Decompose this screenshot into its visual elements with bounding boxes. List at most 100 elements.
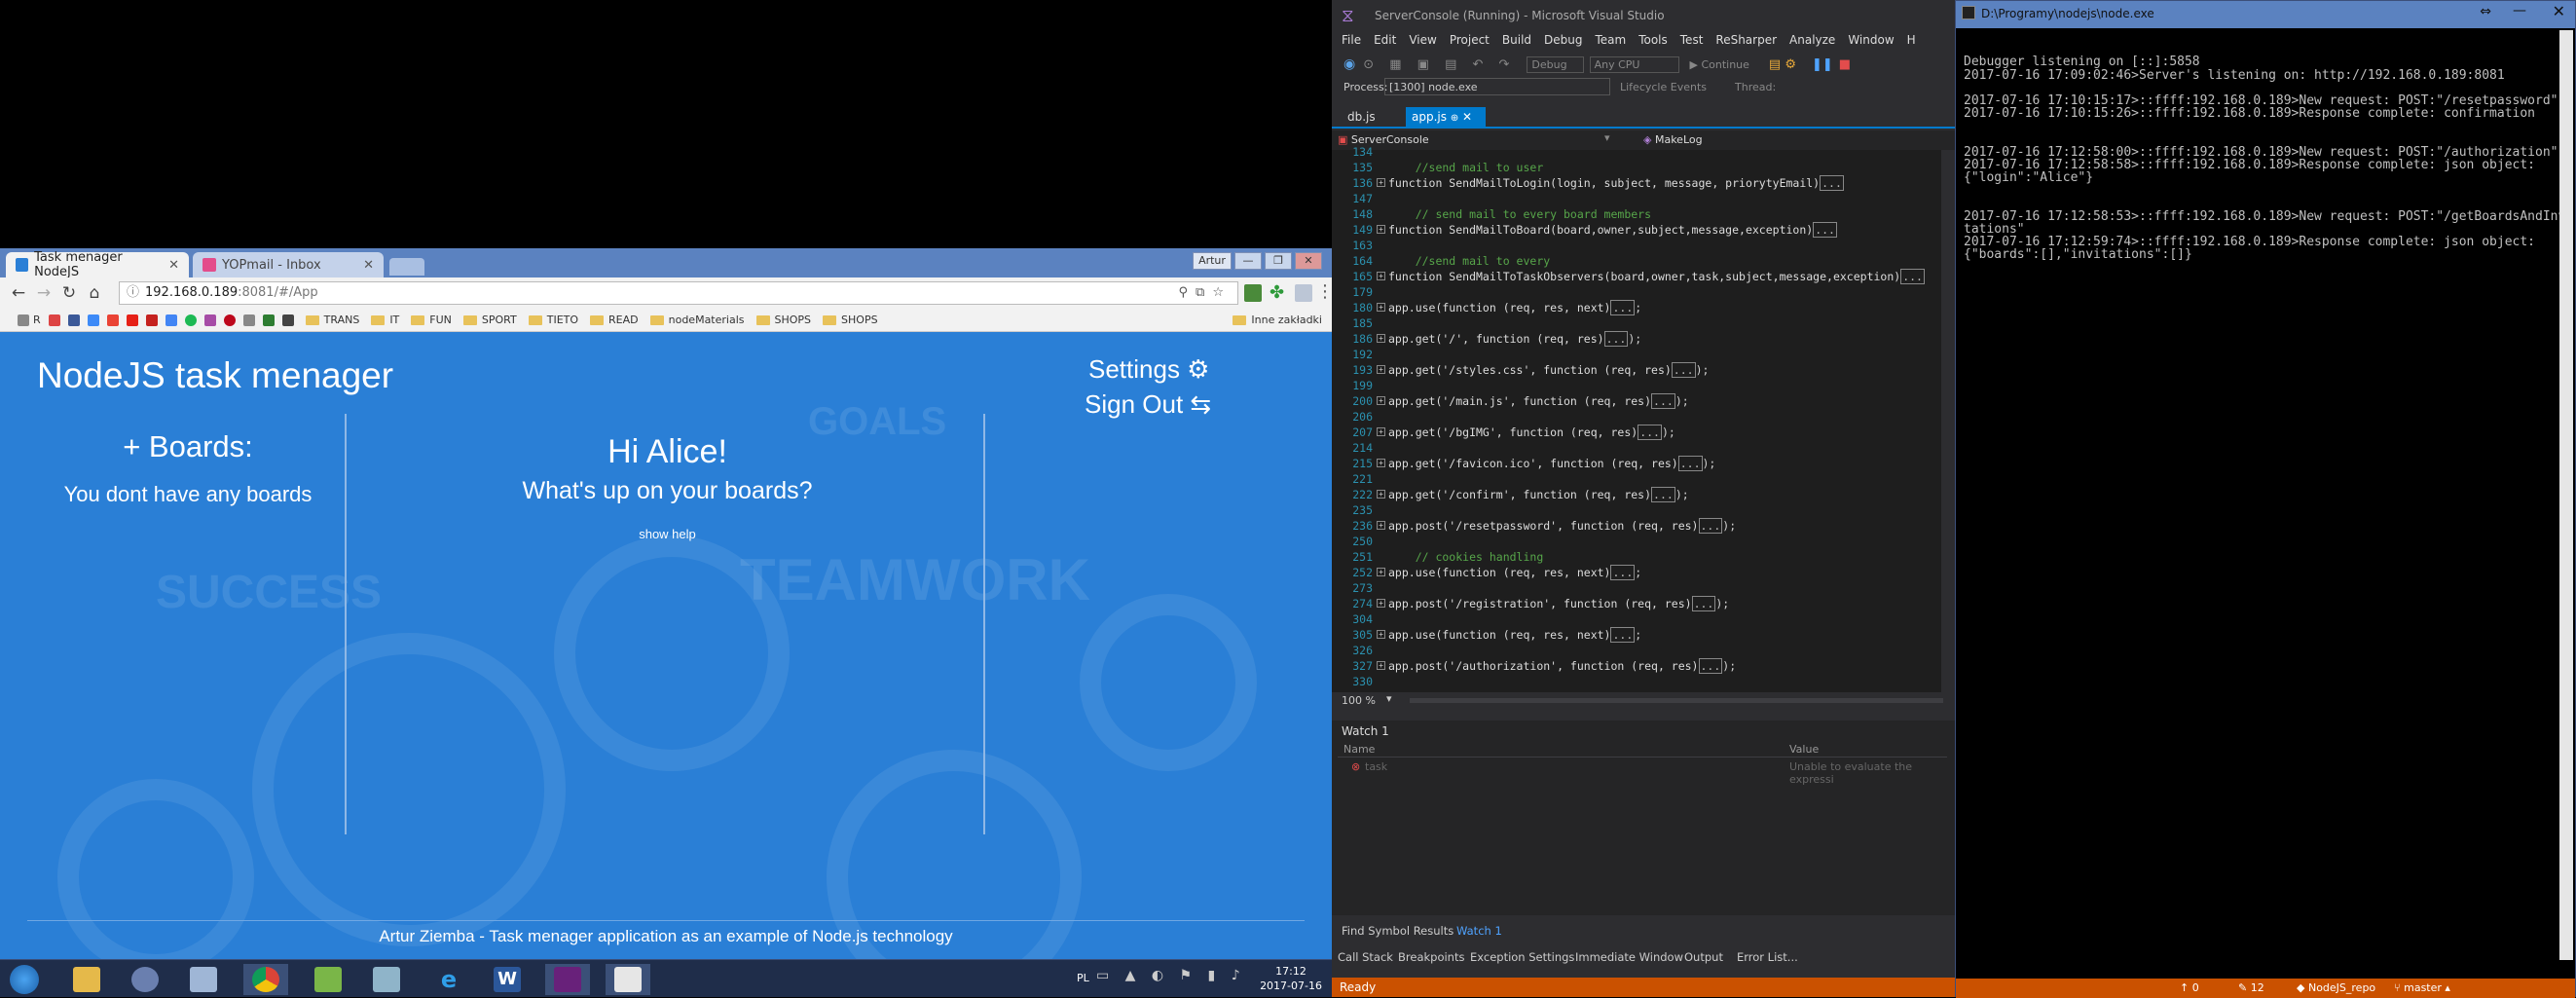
horizontal-scrollbar[interactable] bbox=[1410, 698, 1943, 703]
code-line[interactable]: 215 + app.get('/favicon.ico', function (re… bbox=[1332, 456, 1955, 471]
menu-view[interactable]: View bbox=[1409, 33, 1436, 47]
collapsed-region[interactable]: ... bbox=[1671, 362, 1696, 378]
editor-scrollbar[interactable] bbox=[1941, 150, 1955, 692]
code-line[interactable]: 330 bbox=[1332, 674, 1955, 689]
collapsed-region[interactable]: ... bbox=[1677, 456, 1703, 471]
minimize-button[interactable]: — bbox=[1234, 252, 1262, 270]
menu-help[interactable]: H bbox=[1907, 33, 1916, 47]
code-line[interactable]: 165 + function SendMailToTaskObservers(boa… bbox=[1332, 269, 1955, 284]
col-name[interactable]: Name bbox=[1343, 743, 1375, 756]
collapsed-region[interactable]: ... bbox=[1691, 596, 1716, 611]
code-line[interactable]: 185 bbox=[1332, 315, 1955, 331]
tab-immediate-window[interactable]: Immediate Window bbox=[1575, 950, 1683, 964]
tab-find-symbol[interactable]: Find Symbol Results bbox=[1342, 924, 1454, 938]
sign-out-link[interactable]: Sign Out ⇆ bbox=[1085, 387, 1211, 422]
info-icon[interactable]: ⓘ bbox=[127, 282, 139, 304]
clock[interactable]: 17:12 2017-07-16 bbox=[1260, 964, 1322, 993]
menu-build[interactable]: Build bbox=[1502, 33, 1531, 47]
fold-expand-icon[interactable]: + bbox=[1377, 599, 1385, 608]
close-window-button[interactable]: ✕ bbox=[1295, 252, 1322, 270]
spotify-icon[interactable] bbox=[184, 314, 197, 326]
pinterest-icon[interactable] bbox=[223, 314, 236, 326]
explorer-icon[interactable] bbox=[64, 964, 109, 995]
code-line[interactable]: 274 + app.post('/registration', function (… bbox=[1332, 596, 1955, 611]
code-line[interactable]: 179 bbox=[1332, 284, 1955, 300]
stop-icon[interactable]: ■ bbox=[1839, 57, 1851, 72]
code-line[interactable]: 193 + app.get('/styles.css', function (req… bbox=[1332, 362, 1955, 378]
collapsed-region[interactable]: ... bbox=[1638, 425, 1662, 440]
visual-studio-icon[interactable] bbox=[545, 964, 590, 995]
code-line[interactable]: 235 bbox=[1332, 502, 1955, 518]
fold-expand-icon[interactable]: + bbox=[1377, 661, 1385, 670]
code-line[interactable]: 200 + app.get('/main.js', function (req, r… bbox=[1332, 393, 1955, 409]
collapsed-region[interactable]: ... bbox=[1603, 331, 1629, 347]
watch-expression[interactable]: task bbox=[1365, 760, 1387, 773]
code-line[interactable]: 186 + app.get('/', function (req, res)...)… bbox=[1332, 331, 1955, 347]
pause-icon[interactable]: ❚❚ bbox=[1812, 57, 1833, 72]
status-branch[interactable]: ⑂ master ▴ bbox=[2394, 981, 2450, 994]
ie-icon[interactable]: e bbox=[426, 964, 471, 995]
bookmark-blue-icon[interactable] bbox=[87, 314, 99, 326]
bookmark-folder[interactable]: SPORT bbox=[462, 314, 517, 326]
fold-expand-icon[interactable]: + bbox=[1377, 568, 1385, 576]
bookmark-folder[interactable]: SHOPS bbox=[755, 314, 811, 326]
lifecycle-events[interactable]: Lifecycle Events bbox=[1620, 81, 1707, 93]
code-line[interactable]: 252 + app.use(function (req, res, next)...… bbox=[1332, 565, 1955, 580]
process-select[interactable]: [1300] node.exe bbox=[1384, 78, 1610, 95]
language-indicator[interactable]: PL bbox=[1077, 972, 1089, 984]
bookmark-folder[interactable]: IT bbox=[371, 314, 399, 326]
collapsed-region[interactable]: ... bbox=[1698, 658, 1723, 674]
fold-expand-icon[interactable]: + bbox=[1377, 427, 1385, 436]
close-icon[interactable]: ✕ bbox=[363, 258, 374, 273]
bookmark-folder[interactable]: SHOPS bbox=[823, 314, 878, 326]
fold-expand-icon[interactable]: + bbox=[1377, 490, 1385, 499]
back-icon[interactable]: ← bbox=[6, 283, 31, 303]
tab-watch-1[interactable]: Watch 1 bbox=[1456, 924, 1502, 938]
code-line[interactable]: 207 + app.get('/bgIMG', function (req, res… bbox=[1332, 425, 1955, 440]
code-line[interactable]: 149 + function SendMailToBoard(board,owner… bbox=[1332, 222, 1955, 238]
fold-expand-icon[interactable]: + bbox=[1377, 521, 1385, 530]
media-player-icon[interactable] bbox=[123, 964, 167, 995]
tab-breakpoints[interactable]: Breakpoints bbox=[1398, 950, 1464, 964]
fold-expand-icon[interactable]: + bbox=[1377, 178, 1385, 187]
code-line[interactable]: 199 bbox=[1332, 378, 1955, 393]
menu-team[interactable]: Team bbox=[1595, 33, 1626, 47]
bookmark-folder[interactable]: READ bbox=[590, 314, 639, 326]
fold-expand-icon[interactable]: + bbox=[1377, 272, 1385, 280]
chrome-taskbar-icon[interactable] bbox=[243, 964, 288, 995]
code-line[interactable]: 326 bbox=[1332, 643, 1955, 658]
bookmark-grey-icon[interactable] bbox=[242, 314, 255, 326]
fold-expand-icon[interactable]: + bbox=[1377, 630, 1385, 639]
fold-expand-icon[interactable]: + bbox=[1377, 303, 1385, 312]
extension-2-icon[interactable] bbox=[1295, 284, 1312, 302]
toolbar-icons-2[interactable]: ▤ ⚙ bbox=[1769, 57, 1796, 72]
config-select[interactable]: Debug bbox=[1527, 55, 1584, 73]
platform-select[interactable]: Any CPU bbox=[1589, 55, 1680, 73]
code-line[interactable]: 148 // send mail to every board members bbox=[1332, 206, 1955, 222]
menu-edit[interactable]: Edit bbox=[1374, 33, 1396, 47]
continue-button[interactable]: ▶ Continue bbox=[1689, 58, 1748, 71]
forward-icon[interactable]: → bbox=[31, 283, 56, 303]
status-repo[interactable]: ◆ NodeJS_repo bbox=[2297, 981, 2375, 994]
notepad-icon[interactable] bbox=[181, 964, 226, 995]
tab-exception-settings[interactable]: Exception Settings bbox=[1470, 950, 1574, 964]
console-output[interactable]: Debugger listening on [::]:5858 2017-07-1… bbox=[1964, 30, 2567, 965]
collapsed-region[interactable]: ... bbox=[1610, 300, 1636, 315]
tab-task-menager[interactable]: Task menager NodeJS ✕ bbox=[6, 250, 189, 279]
menu-file[interactable]: File bbox=[1342, 33, 1361, 47]
maximize-button[interactable]: ❐ bbox=[1265, 252, 1292, 270]
bookmark-purple-icon[interactable] bbox=[203, 314, 216, 326]
collapsed-region[interactable]: ... bbox=[1900, 269, 1925, 284]
console-taskbar-icon[interactable] bbox=[606, 964, 650, 995]
code-line[interactable]: 250 bbox=[1332, 534, 1955, 549]
collapsed-region[interactable]: ... bbox=[1651, 487, 1675, 502]
dropdown-arrow-icon[interactable]: ▾ bbox=[1604, 131, 1610, 144]
menu-icon[interactable]: ⋮ bbox=[1316, 281, 1332, 302]
menu-resharper[interactable]: ReSharper bbox=[1715, 33, 1777, 47]
bookmark-folder[interactable]: TIETO bbox=[528, 314, 578, 326]
bookmark-dark-icon[interactable] bbox=[281, 314, 294, 326]
start-button[interactable] bbox=[2, 964, 47, 995]
minimize-icon[interactable]: — bbox=[2513, 3, 2526, 18]
tab-error-list[interactable]: Error List... bbox=[1737, 950, 1798, 964]
back-nav-icon[interactable]: ◉ bbox=[1343, 56, 1355, 72]
